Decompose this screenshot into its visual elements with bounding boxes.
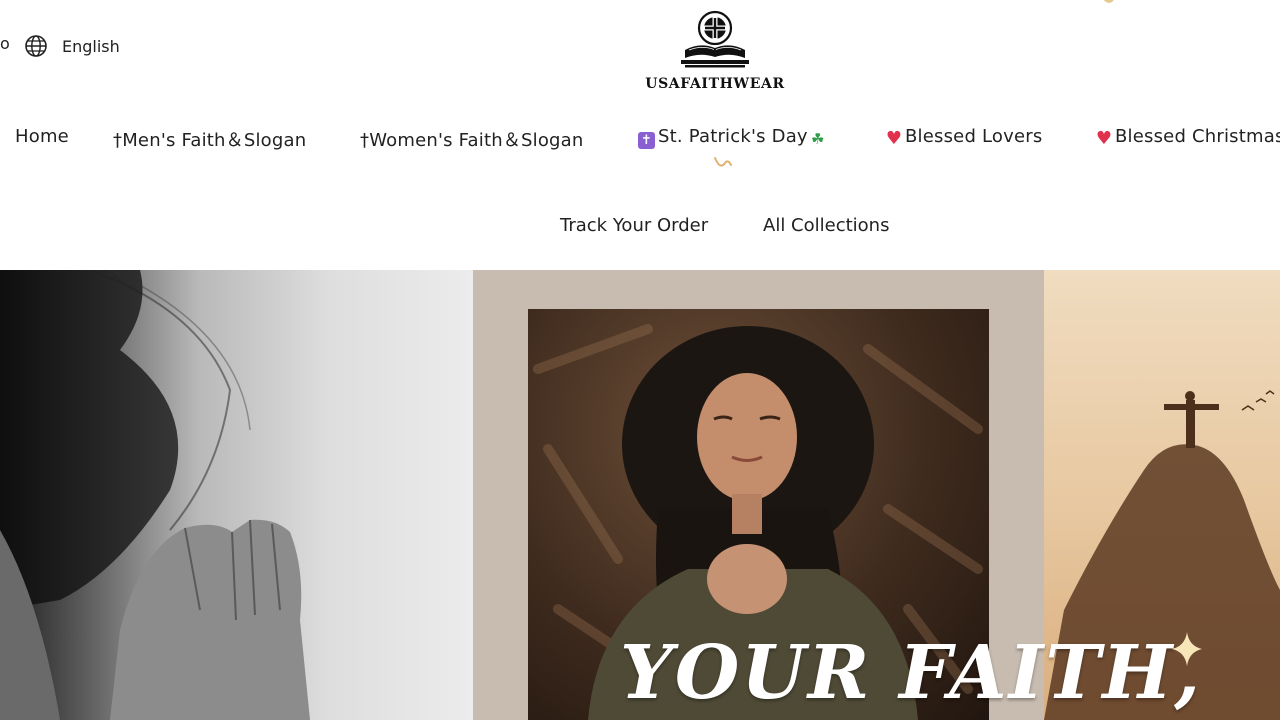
decorative-swirl-icon (1103, 0, 1114, 3)
site-logo[interactable]: USAFAITHWEAR (640, 6, 790, 92)
hero-image-praying-hands (0, 270, 473, 720)
nav-item-home[interactable]: Home (15, 126, 69, 147)
heart-emoji-icon: ♥ (1095, 128, 1113, 149)
nav-item-all-collections[interactable]: All Collections (763, 215, 889, 236)
sparkle-icon (1172, 632, 1202, 666)
nav-item-track-your-order[interactable]: Track Your Order (560, 215, 708, 236)
praying-woman-illustration (0, 270, 310, 720)
language-label: English (62, 36, 120, 56)
decorative-swirl-icon (714, 157, 732, 167)
heart-emoji-icon: ♥ (885, 128, 903, 149)
nav-item-blessed-lovers[interactable]: ♥ Blessed Lovers (885, 126, 1042, 149)
main-nav: Home †Men's Faith＆Slogan †Women's Faith＆… (0, 126, 1280, 156)
nav-item-st-patricks-day[interactable]: ✝ St. Patrick's Day ☘ (638, 126, 826, 149)
logo-cross-book-icon (681, 10, 749, 68)
globe-icon (25, 35, 47, 57)
nav-item-womens-faith-slogan[interactable]: †Women's Faith＆Slogan (360, 126, 584, 152)
nav-item-blessed-christmas[interactable]: ♥ Blessed Christmas (1095, 126, 1280, 149)
nav-item-mens-faith-slogan[interactable]: †Men's Faith＆Slogan (113, 126, 306, 152)
site-header: o English USAFAITHWEAR Home †Men's Faith… (0, 0, 1280, 270)
hero-headline: YOUR FAITH, (620, 630, 1203, 716)
currency-selector-partial[interactable]: o (0, 34, 10, 53)
cross-emoji-icon: ✝ (638, 132, 655, 149)
logo-text: USAFAITHWEAR (645, 76, 785, 92)
clover-emoji-icon: ☘ (810, 130, 825, 148)
language-selector[interactable]: o English (0, 34, 120, 58)
